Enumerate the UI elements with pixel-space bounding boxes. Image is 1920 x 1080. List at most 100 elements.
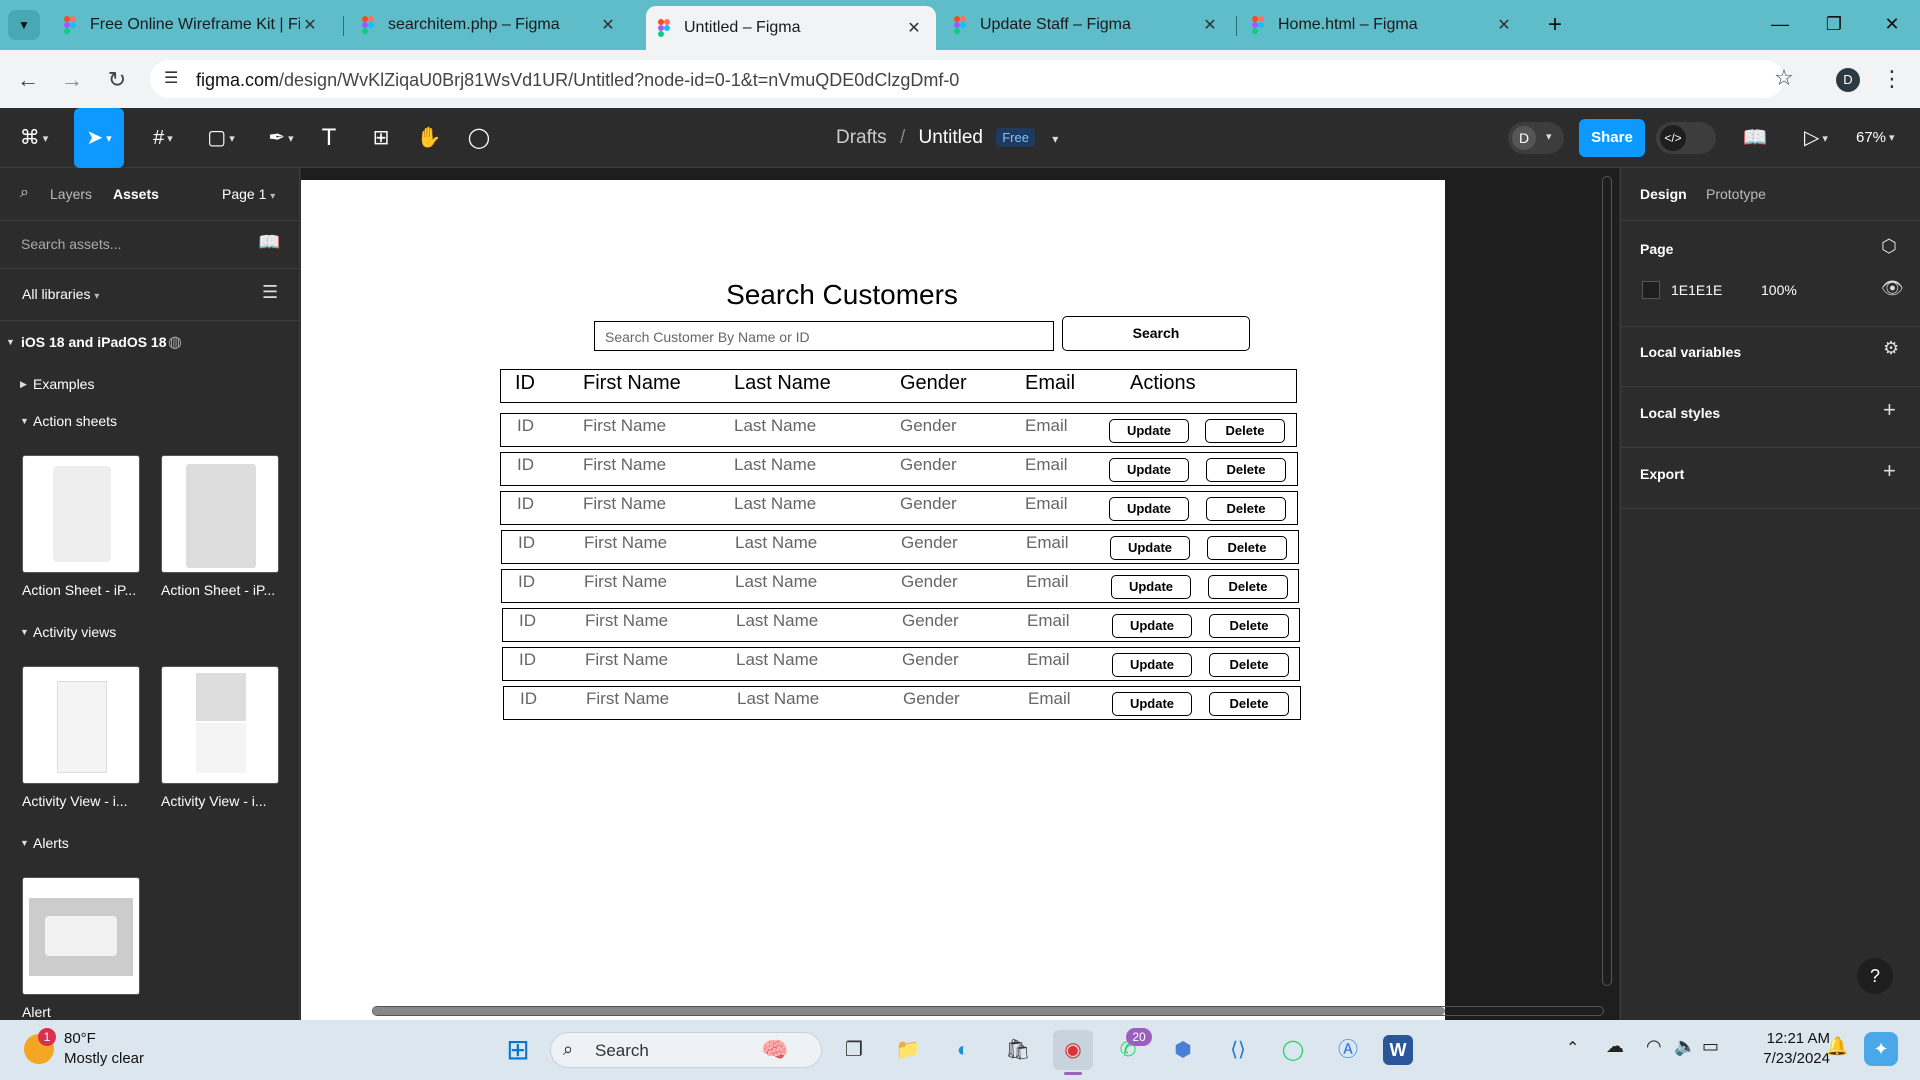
update-button[interactable]: Update xyxy=(1112,653,1192,677)
minimize-icon[interactable]: — xyxy=(1760,10,1800,38)
help-button[interactable]: ? xyxy=(1857,958,1893,994)
update-button[interactable]: Update xyxy=(1110,536,1190,560)
resources-tool-icon[interactable]: ⊞ xyxy=(366,124,396,152)
notification-bell-icon[interactable]: 🔔 xyxy=(1826,1036,1848,1057)
restore-icon[interactable]: ❐ xyxy=(1814,10,1854,38)
page-settings-icon[interactable]: ⬡ xyxy=(1881,236,1897,257)
close-icon[interactable]: ✕ xyxy=(300,15,320,35)
export-label[interactable]: Export xyxy=(1640,466,1684,482)
caret-down-icon[interactable]: ▼ xyxy=(20,416,29,426)
tab-search-button[interactable]: ▼ xyxy=(8,10,40,40)
vscode-icon[interactable]: ⟨⟩ xyxy=(1218,1030,1258,1070)
word-icon[interactable]: W xyxy=(1383,1035,1413,1065)
update-button[interactable]: Update xyxy=(1109,497,1189,521)
activity-view-thumbnail[interactable] xyxy=(22,666,140,784)
update-button[interactable]: Update xyxy=(1112,614,1192,638)
browser-tab[interactable]: Update Staff – Figma ✕ xyxy=(942,7,1232,43)
eye-icon[interactable]: 👁 xyxy=(1881,278,1904,299)
caret-down-icon[interactable]: ▼ xyxy=(20,838,29,848)
page-selector[interactable]: Page 1 ▾ xyxy=(222,186,275,202)
local-variables-label[interactable]: Local variables xyxy=(1640,344,1741,360)
add-export-plus-icon[interactable]: + xyxy=(1883,458,1896,484)
add-style-plus-icon[interactable]: + xyxy=(1883,397,1896,423)
tab-design[interactable]: Design xyxy=(1640,186,1687,202)
browser-tab-active[interactable]: Untitled – Figma ✕ xyxy=(646,6,936,50)
wifi-icon[interactable]: ◠ xyxy=(1646,1036,1662,1057)
move-tool-icon[interactable]: ➤ ▾ xyxy=(74,108,124,168)
browser-tab[interactable]: Free Online Wireframe Kit | Figma ✕ xyxy=(52,7,332,43)
chevron-down-icon[interactable]: ▾ xyxy=(1052,132,1058,146)
page-color-hex[interactable]: 1E1E1E xyxy=(1671,282,1722,298)
section-action-sheets[interactable]: Action sheets xyxy=(33,413,117,429)
activity-view-thumbnail[interactable] xyxy=(161,666,279,784)
update-button[interactable]: Update xyxy=(1109,458,1189,482)
whatsapp-icon[interactable]: ◯ xyxy=(1273,1030,1313,1070)
close-icon[interactable]: ✕ xyxy=(598,15,618,35)
site-info-icon[interactable]: ☰ xyxy=(164,68,178,88)
browser-tab[interactable]: Home.html – Figma ✕ xyxy=(1240,7,1526,43)
vertical-scrollbar[interactable] xyxy=(1602,176,1612,986)
close-icon[interactable]: ✕ xyxy=(904,18,924,38)
new-tab-plus-icon[interactable]: + xyxy=(1538,10,1572,40)
copilot-icon[interactable]: ✦ xyxy=(1864,1032,1898,1066)
section-examples[interactable]: Examples xyxy=(33,376,94,392)
caret-right-icon[interactable]: ▶ xyxy=(20,379,27,390)
text-tool-icon[interactable]: T xyxy=(314,124,344,152)
profile-avatar[interactable]: D xyxy=(1836,68,1860,92)
shape-tool-icon[interactable]: ▢ ▾ xyxy=(196,124,246,152)
app-a-icon[interactable]: Ⓐ xyxy=(1328,1030,1368,1070)
search-assets-input[interactable]: Search assets... xyxy=(21,236,121,252)
caret-down-icon[interactable]: ▼ xyxy=(6,337,15,347)
update-button[interactable]: Update xyxy=(1111,575,1191,599)
file-name[interactable]: Untitled xyxy=(919,127,983,148)
microsoft-store-icon[interactable]: 🛍 xyxy=(998,1030,1038,1070)
section-alerts[interactable]: Alerts xyxy=(33,835,69,851)
present-play-icon[interactable]: ▷ ▾ xyxy=(1796,124,1836,152)
horizontal-scrollbar-thumb[interactable] xyxy=(373,1007,1445,1015)
file-explorer-icon[interactable]: 📁 xyxy=(888,1030,928,1070)
page-opacity[interactable]: 100% xyxy=(1761,282,1797,298)
search-input[interactable]: Search Customer By Name or ID xyxy=(594,321,1054,351)
tab-layers[interactable]: Layers xyxy=(50,186,92,202)
variables-settings-icon[interactable]: ⚙ xyxy=(1883,338,1899,359)
page-color-swatch[interactable] xyxy=(1642,281,1660,299)
tab-prototype[interactable]: Prototype xyxy=(1706,186,1766,202)
url-field[interactable]: ☰ figma.com/design/WvKlZiqaU0Brj81WsVd1U… xyxy=(150,60,1784,98)
weather-widget[interactable]: 1 80°F Mostly clear xyxy=(18,1028,178,1072)
browser-menu-icon[interactable]: ⋮ xyxy=(1880,64,1904,94)
battery-icon[interactable]: ▭ xyxy=(1702,1036,1719,1057)
delete-button[interactable]: Delete xyxy=(1206,497,1286,521)
close-icon[interactable]: ✕ xyxy=(1494,15,1514,35)
zoom-level[interactable]: 67% ▾ xyxy=(1856,124,1895,152)
alert-thumbnail[interactable] xyxy=(22,877,140,995)
windows-start-icon[interactable]: ⊞ xyxy=(498,1030,538,1070)
search-icon[interactable]: ⌕ xyxy=(20,184,29,202)
show-hidden-icons-chevron-icon[interactable]: ⌃ xyxy=(1566,1038,1579,1058)
update-button[interactable]: Update xyxy=(1109,419,1189,443)
caret-down-icon[interactable]: ▼ xyxy=(20,627,29,637)
dev-mode-toggle[interactable]: </> xyxy=(1656,122,1716,154)
search-button[interactable]: Search xyxy=(1062,316,1250,351)
tab-assets[interactable]: Assets xyxy=(113,186,159,202)
multiplayer-avatar[interactable]: D ▾ xyxy=(1508,122,1564,154)
close-icon[interactable]: ✕ xyxy=(1200,15,1220,35)
delete-button[interactable]: Delete xyxy=(1207,536,1287,560)
section-activity-views[interactable]: Activity views xyxy=(33,624,116,640)
breadcrumb-drafts[interactable]: Drafts xyxy=(836,127,887,148)
chrome-icon[interactable]: ◉ xyxy=(1053,1030,1093,1070)
delete-button[interactable]: Delete xyxy=(1205,419,1285,443)
libraries-dropdown[interactable]: All libraries ▾ xyxy=(22,286,99,302)
forward-arrow-icon[interactable]: → xyxy=(58,66,86,94)
delete-button[interactable]: Delete xyxy=(1206,458,1286,482)
action-sheet-thumbnail[interactable] xyxy=(22,455,140,573)
task-view-icon[interactable]: ❐ xyxy=(834,1030,874,1070)
hand-tool-icon[interactable]: ✋ xyxy=(414,124,444,152)
delete-button[interactable]: Delete xyxy=(1208,575,1288,599)
delete-button[interactable]: Delete xyxy=(1209,653,1289,677)
design-frame[interactable]: Search Customers Search Customer By Name… xyxy=(301,180,1445,1020)
reload-icon[interactable]: ↻ xyxy=(103,66,131,94)
edge-browser-icon[interactable]: ◐ xyxy=(943,1030,983,1070)
list-view-icon[interactable]: ☰ xyxy=(262,282,278,303)
volume-icon[interactable]: 🔈 xyxy=(1674,1036,1696,1057)
library-book-icon[interactable]: 📖 xyxy=(1740,124,1770,152)
